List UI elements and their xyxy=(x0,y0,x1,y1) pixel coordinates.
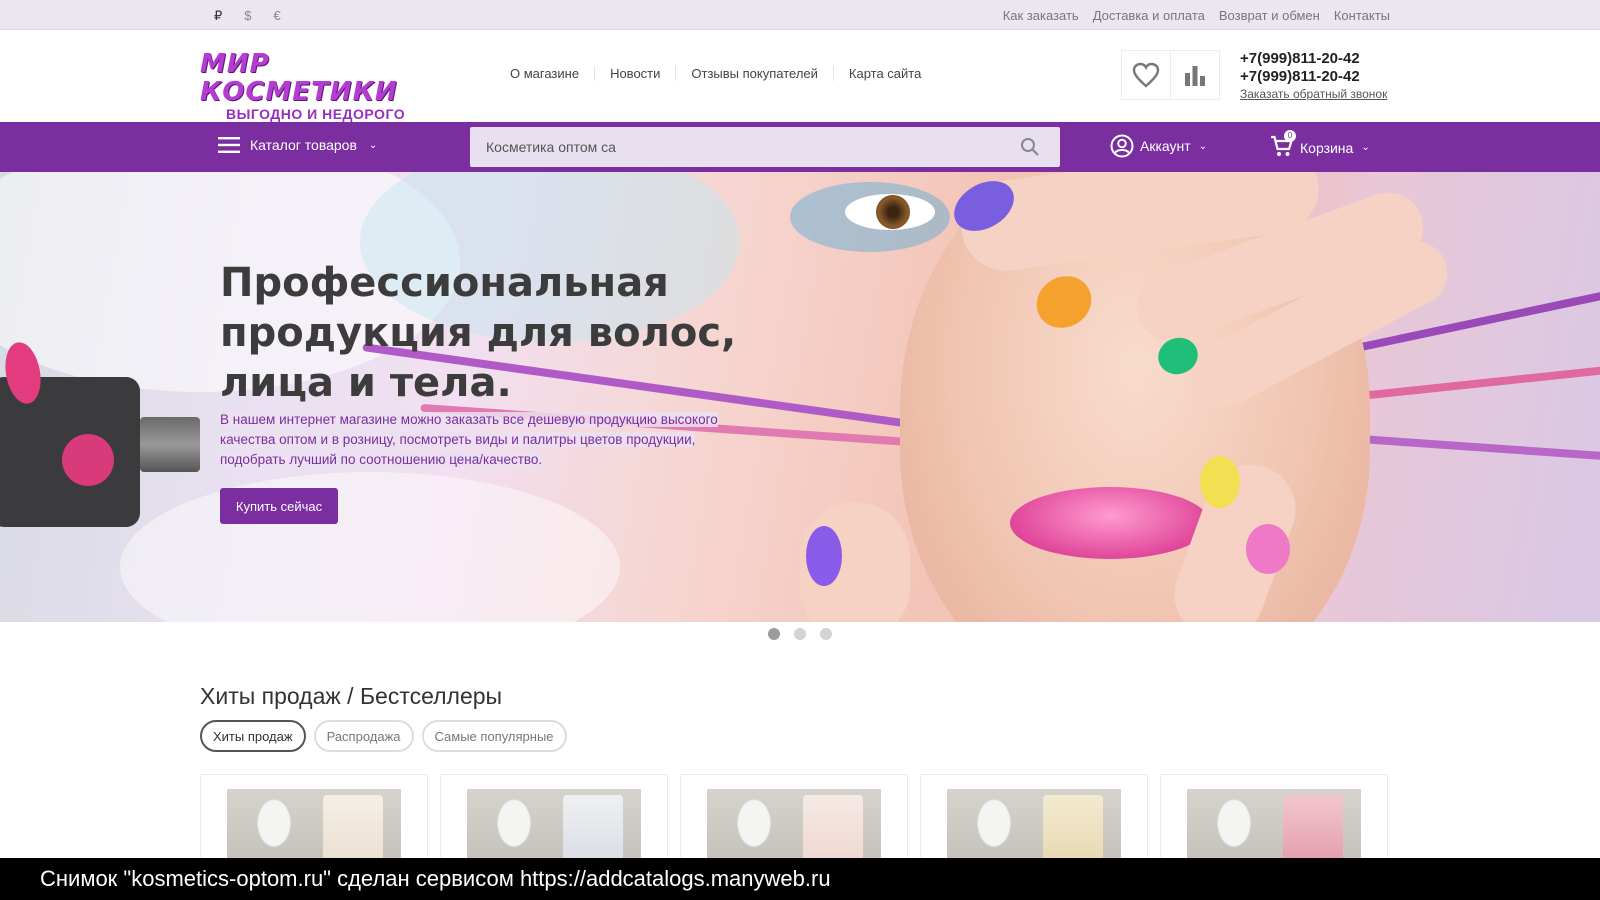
top-bar: ₽ $ € Как заказать Доставка и оплата Воз… xyxy=(0,0,1600,30)
product-scoop xyxy=(497,799,531,847)
cart-label: Корзина xyxy=(1300,139,1354,156)
hamburger-icon xyxy=(218,137,240,153)
hero-text-line: подобрать лучший по соотношению цена/кач… xyxy=(220,452,543,467)
phone-2[interactable]: +7(999)811-20-42 xyxy=(1240,68,1387,86)
nav-sitemap[interactable]: Карта сайта xyxy=(832,66,936,81)
nav-about[interactable]: О магазине xyxy=(495,66,594,81)
banner-nail xyxy=(1246,524,1290,574)
model-lips xyxy=(1010,487,1210,559)
search-box xyxy=(470,127,1060,167)
screenshot-caption: Снимок "kosmetics-optom.ru" сделан серви… xyxy=(0,858,1600,900)
header: МИР КОСМЕТИКИ ВЫГОДНО И НЕДОРОГО О магаз… xyxy=(0,30,1600,122)
section-title: Хиты продаж / Бестселлеры xyxy=(200,683,503,709)
slider-dot-1[interactable] xyxy=(768,628,780,640)
phone-1[interactable]: +7(999)811-20-42 xyxy=(1240,50,1387,68)
bottle-label xyxy=(62,434,114,486)
link-how-to-order[interactable]: Как заказать xyxy=(1003,8,1079,23)
account-label: Аккаунт xyxy=(1140,138,1191,154)
logo-title: МИР КОСМЕТИКИ xyxy=(200,49,398,107)
cart-menu[interactable]: 0 Корзина ⌄ xyxy=(1270,130,1370,161)
link-returns[interactable]: Возврат и обмен xyxy=(1219,8,1320,23)
cart-count-badge: 0 xyxy=(1284,130,1296,142)
compare-button[interactable] xyxy=(1170,50,1220,100)
hero-title-line: продукция для волос, xyxy=(220,310,737,356)
currency-usd[interactable]: $ xyxy=(244,8,251,24)
hero-text-line: В нашем интернет магазине можно заказать… xyxy=(220,412,718,427)
product-scoop xyxy=(977,799,1011,847)
banner-nail xyxy=(806,526,842,586)
buy-now-button[interactable]: Купить сейчас xyxy=(220,488,338,524)
hero-title-line: Профессиональная xyxy=(220,260,669,306)
iris-left xyxy=(876,195,910,229)
user-icon xyxy=(1110,134,1134,158)
tab-sale[interactable]: Распродажа xyxy=(313,720,414,752)
hero-description: В нашем интернет магазине можно заказать… xyxy=(220,410,750,470)
currency-switcher: ₽ $ € xyxy=(214,8,281,24)
catalog-bar: Каталог товаров ⌄ Аккаунт ⌄ 0 Корзина xyxy=(0,122,1600,172)
link-contacts[interactable]: Контакты xyxy=(1334,8,1390,23)
logo-subtitle: ВЫГОДНО И НЕДОРОГО xyxy=(226,106,406,122)
main-nav: О магазине Новости Отзывы покупателей Ка… xyxy=(495,66,936,81)
catalog-menu-button[interactable]: Каталог товаров ⌄ xyxy=(218,137,377,153)
product-scoop xyxy=(737,799,771,847)
hero-banner[interactable]: Профессиональная продукция для волос, ли… xyxy=(0,172,1600,622)
tab-popular[interactable]: Самые популярные xyxy=(421,720,567,752)
heart-icon xyxy=(1132,62,1160,88)
account-menu[interactable]: Аккаунт ⌄ xyxy=(1110,134,1207,158)
catalog-label: Каталог товаров xyxy=(250,137,357,153)
bottle-neck xyxy=(140,417,200,472)
slider-dot-2[interactable] xyxy=(794,628,806,640)
search-icon xyxy=(1021,138,1039,156)
product-scoop xyxy=(257,799,291,847)
nav-news[interactable]: Новости xyxy=(594,66,675,81)
product-scoop xyxy=(1217,799,1251,847)
chevron-down-icon: ⌄ xyxy=(1198,140,1208,152)
slider-pagination xyxy=(768,628,832,640)
search-button[interactable] xyxy=(1010,127,1050,167)
contact-phones: +7(999)811-20-42 +7(999)811-20-42 Заказа… xyxy=(1240,50,1387,101)
bar-chart-icon xyxy=(1185,66,1205,86)
cart-icon-wrap: 0 xyxy=(1270,130,1296,161)
banner-nail xyxy=(1200,456,1240,508)
callback-link[interactable]: Заказать обратный звонок xyxy=(1240,87,1387,101)
hero-title: Профессиональная продукция для волос, ли… xyxy=(220,258,740,408)
tab-bestsellers[interactable]: Хиты продаж xyxy=(200,720,306,752)
currency-rub[interactable]: ₽ xyxy=(214,8,222,24)
top-links: Как заказать Доставка и оплата Возврат и… xyxy=(1003,8,1390,23)
hero-title-line: лица и тела. xyxy=(220,360,512,406)
site-logo[interactable]: МИР КОСМЕТИКИ ВЫГОДНО И НЕДОРОГО xyxy=(200,50,432,122)
hero-text-line: качества оптом и в розницу, посмотреть в… xyxy=(220,432,696,447)
link-delivery[interactable]: Доставка и оплата xyxy=(1093,8,1205,23)
chevron-down-icon: ⌄ xyxy=(1361,142,1370,153)
search-input[interactable] xyxy=(470,128,1010,166)
currency-eur[interactable]: € xyxy=(274,8,281,24)
product-tabs: Хиты продаж Распродажа Самые популярные xyxy=(200,720,567,752)
wishlist-button[interactable] xyxy=(1121,50,1171,100)
chevron-down-icon: ⌄ xyxy=(368,139,378,151)
banner-decoration xyxy=(120,472,620,622)
nav-reviews[interactable]: Отзывы покупателей xyxy=(675,66,833,81)
slider-dot-3[interactable] xyxy=(820,628,832,640)
